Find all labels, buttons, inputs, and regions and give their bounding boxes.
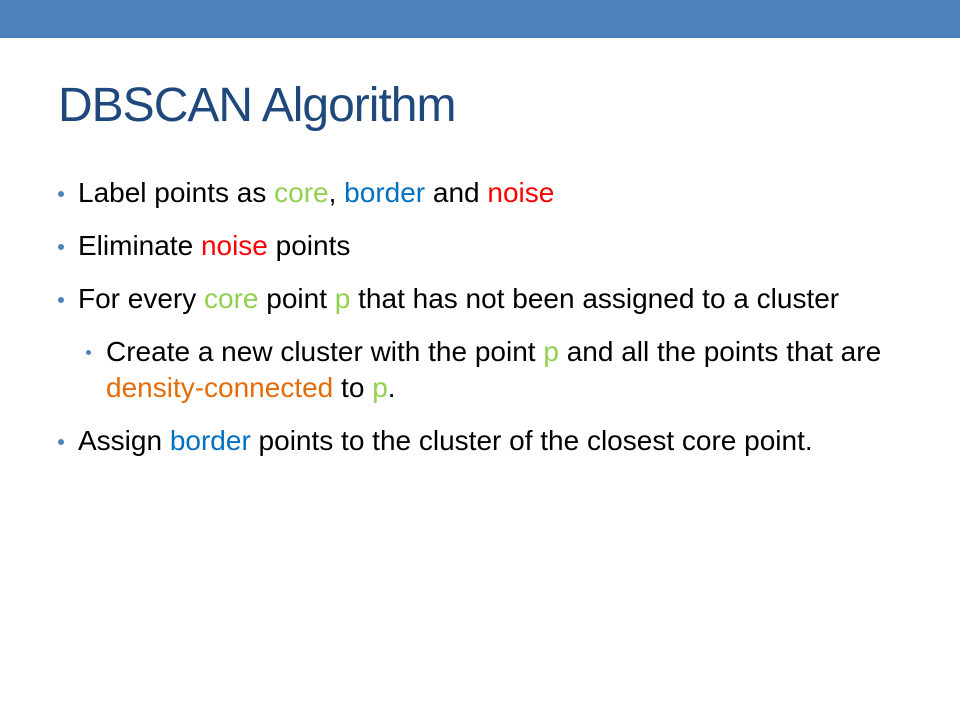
bullet-dot-icon (58, 297, 64, 303)
bullet-text-segment: Assign (78, 425, 170, 456)
bullet-dot-icon (58, 191, 64, 197)
bullet-text-segment: to (333, 372, 373, 403)
bullet-text-segment: points to the cluster of the closest cor… (250, 425, 813, 456)
bullet-text-segment: points (267, 230, 351, 261)
bullet-text-segment: and (425, 177, 488, 208)
bullet-item-label-points: Label points as core, border and noise (58, 175, 898, 211)
bullet-dot-icon (58, 439, 64, 445)
bullet-text-segment: Label points as (78, 177, 275, 208)
top-accent-bar (0, 0, 960, 38)
term-border: border (169, 425, 251, 456)
term-point-p: p (372, 372, 388, 403)
bullet-text-segment: For every (78, 283, 205, 314)
bullet-item-eliminate-noise: Eliminate noise points (58, 228, 898, 264)
bullet-item-assign-border: Assign border points to the cluster of t… (58, 423, 898, 459)
bullet-dot-icon (58, 244, 64, 250)
bullet-item-for-every-core: For every core point p that has not been… (58, 281, 898, 317)
bullet-list: Label points as core, border and noise E… (58, 175, 898, 476)
bullet-text-segment: . (387, 372, 396, 403)
term-noise: noise (200, 230, 268, 261)
sub-bullet-dot-icon (86, 350, 91, 355)
term-point-p: p (543, 336, 559, 367)
bullet-text-segment: that has not been assigned to a cluster (350, 283, 840, 314)
slide-title: DBSCAN Algorithm (58, 79, 456, 132)
term-core: core (274, 177, 329, 208)
term-density-connected: density-connected (106, 372, 334, 403)
bullet-text-segment: Eliminate (78, 230, 201, 261)
term-core: core (204, 283, 259, 314)
term-point-p: p (334, 283, 351, 314)
term-border: border (344, 177, 426, 208)
bullet-text-segment: , (328, 177, 345, 208)
sub-bullet-item-create-cluster: Create a new cluster with the point p an… (86, 334, 898, 406)
bullet-text-segment: and all the points that are (558, 336, 882, 367)
bullet-text-segment: point (258, 283, 335, 314)
term-noise: noise (487, 177, 555, 208)
bullet-text-segment: Create a new cluster with the point (106, 336, 544, 367)
